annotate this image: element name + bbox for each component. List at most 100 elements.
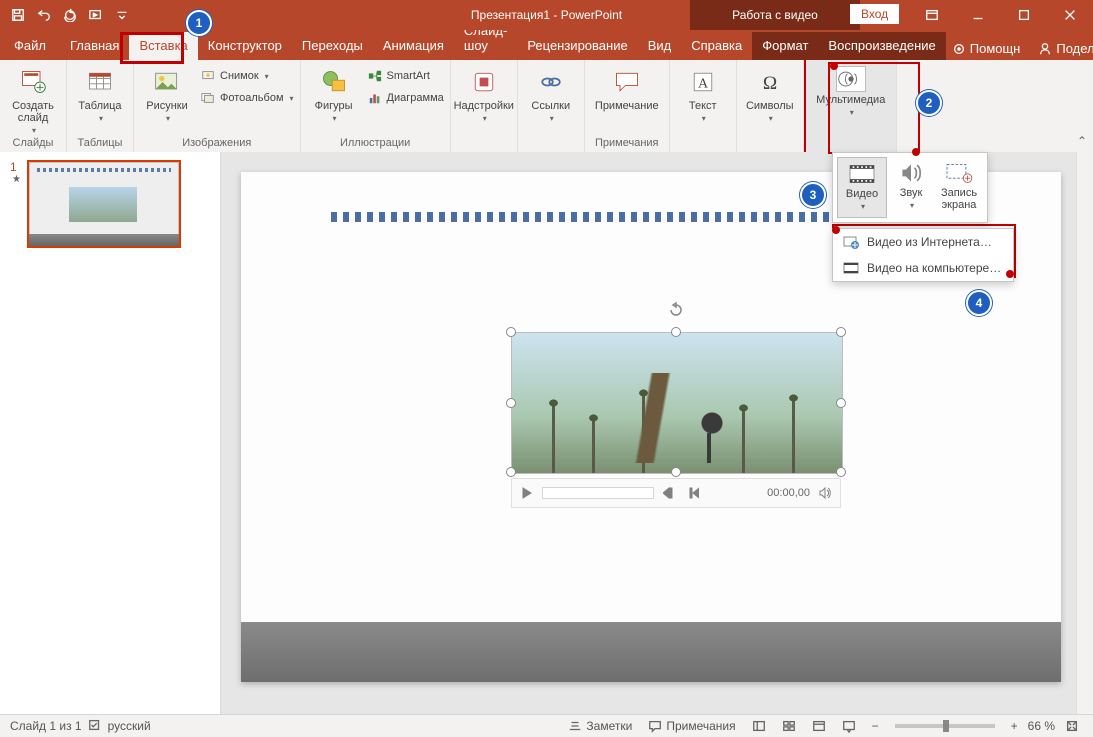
- reading-view-button[interactable]: [806, 715, 832, 737]
- annotation-dot: [832, 226, 840, 234]
- tab-animations[interactable]: Анимация: [373, 32, 454, 60]
- slideshow-view-button[interactable]: [836, 715, 862, 737]
- group-slides: Создать слайд▾ Слайды: [0, 60, 67, 152]
- contextual-tab-title: Работа с видео: [690, 0, 860, 30]
- close-icon[interactable]: [1047, 0, 1093, 30]
- shapes-button[interactable]: Фигуры▾: [307, 64, 361, 125]
- zoom-slider[interactable]: [895, 724, 995, 728]
- fit-to-window-button[interactable]: [1059, 715, 1085, 737]
- slide-thumbnails-pane[interactable]: 1 ★: [0, 152, 221, 715]
- play-button[interactable]: [518, 484, 536, 502]
- minimize-icon[interactable]: [955, 0, 1001, 30]
- language-label[interactable]: русский: [108, 719, 151, 733]
- spellcheck-icon[interactable]: [88, 718, 102, 735]
- links-icon: [535, 66, 567, 98]
- notes-label: Заметки: [586, 719, 632, 733]
- group-links: Ссылки▾: [518, 60, 585, 152]
- audio-button[interactable]: Звук▾: [887, 157, 935, 218]
- pictures-icon: [151, 66, 183, 98]
- resize-handle[interactable]: [671, 327, 681, 337]
- tab-design[interactable]: Конструктор: [198, 32, 292, 60]
- thumbnail-preview[interactable]: [27, 160, 181, 248]
- resize-handle[interactable]: [836, 398, 846, 408]
- maximize-icon[interactable]: [1001, 0, 1047, 30]
- video-on-pc-menu-item[interactable]: Видео на компьютере…: [833, 255, 1013, 281]
- thumbnail-number: 1: [10, 160, 20, 174]
- media-button[interactable]: Мультимедиа▾: [812, 64, 890, 119]
- resize-handle[interactable]: [836, 327, 846, 337]
- zoom-level-label[interactable]: 66 %: [1028, 719, 1055, 733]
- screen-recording-button[interactable]: Запись экрана: [935, 157, 983, 218]
- tab-transitions[interactable]: Переходы: [292, 32, 373, 60]
- addins-button[interactable]: Надстройки▾: [457, 64, 511, 125]
- resize-handle[interactable]: [506, 467, 516, 477]
- tab-insert[interactable]: Вставка: [129, 32, 197, 60]
- slide-count-label[interactable]: Слайд 1 из 1: [10, 719, 82, 733]
- video-object[interactable]: 00:00,00: [511, 332, 841, 512]
- tab-file[interactable]: Файл: [0, 32, 60, 60]
- group-tables: Таблица▾ Таблицы: [67, 60, 134, 152]
- text-button[interactable]: A Текст▾: [676, 64, 730, 125]
- zoom-out-button[interactable]: −: [866, 715, 885, 737]
- qat-more-icon[interactable]: [114, 7, 130, 23]
- volume-button[interactable]: [816, 484, 834, 502]
- undo-icon[interactable]: [36, 7, 52, 23]
- symbols-button[interactable]: Ω Символы▾: [743, 64, 797, 125]
- step-forward-button[interactable]: [684, 484, 702, 502]
- photo-album-button[interactable]: Фотоальбом▾: [200, 88, 294, 108]
- group-images-label: Изображения: [140, 135, 294, 152]
- addins-icon: [468, 66, 500, 98]
- table-button[interactable]: Таблица▾: [73, 64, 127, 125]
- tab-home[interactable]: Главная: [60, 32, 129, 60]
- resize-handle[interactable]: [836, 467, 846, 477]
- save-icon[interactable]: [10, 7, 26, 23]
- pictures-label: Рисунки: [146, 100, 188, 112]
- tab-review[interactable]: Рецензирование: [517, 32, 637, 60]
- redo-icon[interactable]: [62, 7, 78, 23]
- pictures-button[interactable]: Рисунки▾: [140, 64, 194, 125]
- comment-label: Примечание: [595, 100, 659, 112]
- start-from-beginning-icon[interactable]: [88, 7, 104, 23]
- smartart-icon: [367, 68, 383, 84]
- thumbnail-item[interactable]: 1 ★: [10, 160, 210, 248]
- window-controls: [909, 0, 1093, 30]
- video-online-menu-item[interactable]: Видео из Интернета…: [833, 229, 1013, 255]
- chart-button[interactable]: Диаграмма: [367, 88, 444, 108]
- normal-view-button[interactable]: [746, 715, 772, 737]
- tab-help[interactable]: Справка: [681, 32, 752, 60]
- video-frame[interactable]: [511, 332, 843, 474]
- video-progress-track[interactable]: [542, 487, 654, 499]
- tab-view[interactable]: Вид: [638, 32, 682, 60]
- comments-button[interactable]: Примечания: [642, 715, 741, 737]
- screenshot-button[interactable]: Снимок▾: [200, 66, 294, 86]
- resize-handle[interactable]: [671, 467, 681, 477]
- zoom-slider-knob[interactable]: [943, 720, 949, 732]
- comment-button[interactable]: Примечание: [591, 64, 663, 112]
- rotate-handle-icon[interactable]: [668, 302, 684, 318]
- links-button[interactable]: Ссылки▾: [524, 64, 578, 125]
- slide-sorter-button[interactable]: [776, 715, 802, 737]
- sign-in-button[interactable]: Вход: [850, 4, 899, 24]
- new-slide-button[interactable]: Создать слайд▾: [6, 64, 60, 135]
- share-button[interactable]: Поделиться: [1032, 41, 1093, 56]
- svg-text:A: A: [698, 76, 709, 91]
- collapse-ribbon-icon[interactable]: ⌃: [1077, 134, 1087, 148]
- smartart-button[interactable]: SmartArt: [367, 66, 444, 86]
- tell-me-button[interactable]: Помощн: [946, 41, 1027, 56]
- shapes-label: Фигуры: [315, 100, 353, 112]
- annotation-badge-4: 4: [966, 290, 992, 316]
- notes-button[interactable]: Заметки: [562, 715, 638, 737]
- resize-handle[interactable]: [506, 398, 516, 408]
- video-button[interactable]: Видео▾: [837, 157, 887, 218]
- group-illustrations: Фигуры▾ SmartArt Диаграмма Иллюстрации: [301, 60, 451, 152]
- ribbon-display-icon[interactable]: [909, 0, 955, 30]
- addins-label: Надстройки: [454, 100, 514, 112]
- vertical-scrollbar[interactable]: [1076, 152, 1093, 715]
- tab-format[interactable]: Формат: [752, 32, 818, 60]
- group-symbols: Ω Символы▾: [737, 60, 804, 152]
- zoom-in-button[interactable]: +: [1005, 715, 1024, 737]
- comment-icon: [611, 66, 643, 98]
- tab-playback[interactable]: Воспроизведение: [818, 32, 945, 60]
- resize-handle[interactable]: [506, 327, 516, 337]
- step-back-button[interactable]: [660, 484, 678, 502]
